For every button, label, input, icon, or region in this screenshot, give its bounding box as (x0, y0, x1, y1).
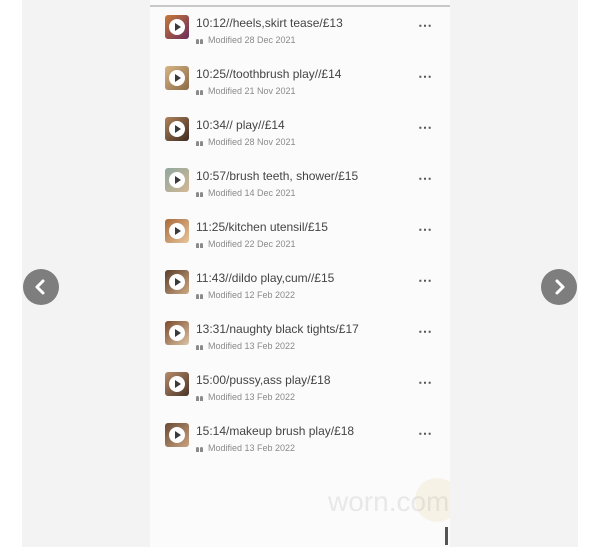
more-options-icon[interactable]: ⋯ (418, 273, 432, 287)
shared-people-icon (196, 395, 204, 401)
video-thumbnail[interactable] (165, 219, 189, 243)
video-title[interactable]: 11:25/kitchen utensil/£15 (196, 220, 328, 234)
list-item[interactable]: 13:31/naughty black tights/£17 Modified 1… (150, 321, 450, 367)
shared-people-icon (196, 38, 204, 44)
video-title[interactable]: 13:31/naughty black tights/£17 (196, 322, 359, 336)
play-icon (169, 427, 185, 443)
play-icon (169, 376, 185, 392)
video-thumbnail[interactable] (165, 117, 189, 141)
video-title[interactable]: 10:25//toothbrush play//£14 (196, 67, 341, 81)
modified-date: Modified 12 Feb 2022 (196, 290, 295, 300)
video-thumbnail[interactable] (165, 372, 189, 396)
more-options-icon[interactable]: ⋯ (418, 222, 432, 236)
video-thumbnail[interactable] (165, 168, 189, 192)
modified-label: Modified 13 Feb 2022 (208, 341, 296, 351)
scrollbar-thumb[interactable] (445, 527, 448, 545)
more-options-icon[interactable]: ⋯ (418, 171, 432, 185)
chevron-right-icon (555, 279, 565, 295)
video-title[interactable]: 10:57/brush teeth, shower/£15 (196, 169, 358, 183)
modified-date: Modified 13 Feb 2022 (196, 443, 295, 453)
modified-date: Modified 22 Dec 2021 (196, 239, 296, 249)
shared-people-icon (196, 293, 204, 299)
play-icon (169, 325, 185, 341)
more-options-icon[interactable]: ⋯ (418, 120, 432, 134)
modified-label: Modified 13 Feb 2022 (208, 392, 296, 402)
modified-date: Modified 14 Dec 2021 (196, 188, 296, 198)
modified-label: Modified 12 Feb 2022 (208, 290, 296, 300)
more-options-icon[interactable]: ⋯ (418, 324, 432, 338)
modified-label: Modified 21 Nov 2021 (208, 86, 296, 96)
modified-date: Modified 13 Feb 2022 (196, 341, 295, 351)
play-icon (169, 223, 185, 239)
shared-people-icon (196, 242, 204, 248)
video-thumbnail[interactable] (165, 15, 189, 39)
top-divider (150, 5, 450, 7)
watermark-text: worn.com (328, 486, 450, 517)
modified-date: Modified 28 Nov 2021 (196, 137, 296, 147)
shared-people-icon (196, 191, 204, 197)
shared-people-icon (196, 344, 204, 350)
play-icon (169, 172, 185, 188)
list-item[interactable]: 10:34// play//£14 Modified 28 Nov 2021 ⋯ (150, 117, 450, 163)
list-item[interactable]: 10:25//toothbrush play//£14 Modified 21 N… (150, 66, 450, 112)
more-options-icon[interactable]: ⋯ (418, 18, 432, 32)
play-icon (169, 19, 185, 35)
video-title[interactable]: 10:12//heels,skirt tease/£13 (196, 16, 343, 30)
video-title[interactable]: 15:14/makeup brush play/£18 (196, 424, 354, 438)
video-thumbnail[interactable] (165, 423, 189, 447)
list-item[interactable]: 10:57/brush teeth, shower/£15 Modified 14… (150, 168, 450, 214)
modified-label: Modified 14 Dec 2021 (208, 188, 296, 198)
prev-button[interactable] (23, 269, 59, 305)
modified-label: Modified 13 Feb 2022 (208, 443, 296, 453)
play-icon (169, 121, 185, 137)
modified-date: Modified 21 Nov 2021 (196, 86, 296, 96)
shared-people-icon (196, 140, 204, 146)
chevron-left-icon (35, 279, 45, 295)
shared-people-icon (196, 89, 204, 95)
modified-date: Modified 28 Dec 2021 (196, 35, 296, 45)
list-item[interactable]: 10:12//heels,skirt tease/£13 Modified 28 … (150, 15, 450, 61)
list-item[interactable]: 15:00/pussy,ass play/£18 Modified 13 Feb … (150, 372, 450, 418)
more-options-icon[interactable]: ⋯ (418, 426, 432, 440)
video-title[interactable]: 10:34// play//£14 (196, 118, 285, 132)
video-title[interactable]: 15:00/pussy,ass play/£18 (196, 373, 331, 387)
modified-label: Modified 28 Nov 2021 (208, 137, 296, 147)
list-item[interactable]: 11:43//dildo play,cum//£15 Modified 12 Fe… (150, 270, 450, 316)
phone-screenshot: 10:12//heels,skirt tease/£13 Modified 28 … (150, 0, 450, 547)
list-item[interactable]: 11:25/kitchen utensil/£15 Modified 22 Dec… (150, 219, 450, 265)
next-button[interactable] (541, 269, 577, 305)
video-title[interactable]: 11:43//dildo play,cum//£15 (196, 271, 334, 285)
shared-people-icon (196, 446, 204, 452)
modified-date: Modified 13 Feb 2022 (196, 392, 295, 402)
list-item[interactable]: 15:14/makeup brush play/£18 Modified 13 F… (150, 423, 450, 469)
video-thumbnail[interactable] (165, 66, 189, 90)
video-thumbnail[interactable] (165, 270, 189, 294)
play-icon (169, 274, 185, 290)
video-thumbnail[interactable] (165, 321, 189, 345)
play-icon (169, 70, 185, 86)
modified-label: Modified 22 Dec 2021 (208, 239, 296, 249)
modified-label: Modified 28 Dec 2021 (208, 35, 296, 45)
more-options-icon[interactable]: ⋯ (418, 69, 432, 83)
more-options-icon[interactable]: ⋯ (418, 375, 432, 389)
